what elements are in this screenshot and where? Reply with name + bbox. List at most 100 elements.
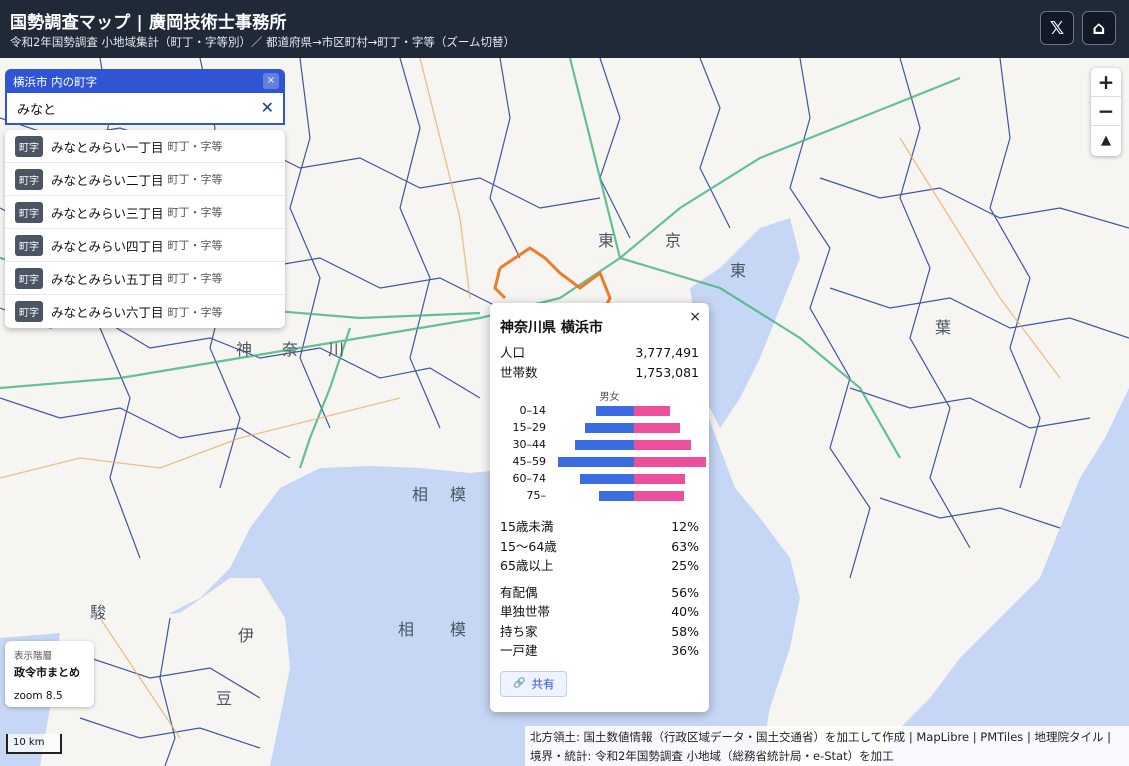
household-value: 56% bbox=[671, 584, 699, 600]
attribution-line-2: 境界・統計: 令和2年国勢調査 小地域（総務省統計局・e-Stat）を加工 bbox=[530, 749, 894, 763]
pmtiles-link[interactable]: PMTiles bbox=[980, 730, 1023, 744]
search-result-item[interactable]: 町字 みなとみらい六丁目 町丁・字等 bbox=[5, 295, 285, 328]
pyramid-male-bar bbox=[598, 491, 634, 501]
gsi-tile-link[interactable]: 地理院タイル bbox=[1034, 730, 1103, 744]
pyramid-title: 男女 bbox=[599, 392, 620, 403]
attribution-separator: | bbox=[1107, 730, 1112, 744]
result-kind: 町丁・字等 bbox=[167, 173, 223, 186]
search-scope-label: 横浜市 内の町字 bbox=[13, 75, 98, 89]
pyramid-row: 30–44 bbox=[500, 436, 699, 453]
app-header: 国勢調査マップ | 廣岡技術士事務所 令和2年国勢調査 小地域集計（町丁・字等別… bbox=[0, 0, 1129, 58]
search-result-item[interactable]: 町字 みなとみらい一丁目 町丁・字等 bbox=[5, 130, 285, 163]
pyramid-age-label: 0–14 bbox=[519, 404, 547, 417]
search-result-item[interactable]: 町字 みなとみらい五丁目 町丁・字等 bbox=[5, 262, 285, 295]
household-value: 40% bbox=[671, 604, 699, 619]
pyramid-age-label: 60–74 bbox=[512, 472, 547, 485]
app-title: 国勢調査マップ | 廣岡技術士事務所 bbox=[10, 13, 287, 33]
search-scope-header: 横浜市 内の町字 × bbox=[5, 69, 285, 93]
scale-bar: 10 km bbox=[6, 734, 62, 754]
popup-area-name: 神奈川県 横浜市 bbox=[500, 320, 603, 336]
zoom-out-button[interactable]: − bbox=[1091, 97, 1121, 126]
pyramid-female-bar bbox=[634, 406, 671, 416]
popup-close-button[interactable]: × bbox=[689, 309, 701, 325]
household-row: 一戸建 36% bbox=[500, 641, 699, 661]
search-results-list: 町字 みなとみらい一丁目 町丁・字等 町字 みなとみらい二丁目 町丁・字等 町字… bbox=[5, 130, 285, 328]
pyramid-female-bar bbox=[634, 440, 691, 450]
result-name: みなとみらい五丁目 bbox=[51, 271, 164, 287]
household-label: 一戸建 bbox=[500, 643, 538, 658]
pyramid-row: 45–59 bbox=[500, 453, 706, 470]
map-label-kana-3: 川 bbox=[328, 340, 344, 359]
pyramid-row: 60–74 bbox=[500, 470, 699, 487]
area-info-popup: × 神奈川県 横浜市 人口 3,777,491 世帯数 1,753,081 男女… bbox=[490, 303, 709, 712]
attribution-separator: | bbox=[1026, 730, 1031, 744]
maplibre-link[interactable]: MapLibre bbox=[916, 730, 969, 744]
share-value: 12% bbox=[671, 519, 699, 534]
result-kind: 町丁・字等 bbox=[167, 305, 223, 319]
layer-info-value: 政令市まとめ bbox=[14, 666, 80, 679]
result-name: みなとみらい二丁目 bbox=[51, 172, 164, 188]
map-label-tokyo-1: 東 bbox=[598, 231, 614, 250]
result-name: みなとみらい一丁目 bbox=[51, 139, 164, 155]
zoom-level-text: zoom 8.5 bbox=[14, 690, 63, 702]
household-label: 持ち家 bbox=[500, 623, 538, 639]
stat-value: 1,753,081 bbox=[635, 364, 699, 380]
result-badge: 町字 bbox=[15, 168, 43, 190]
x-share-button[interactable]: 𝕏 bbox=[1040, 11, 1074, 45]
stat-row: 人口 3,777,491 bbox=[500, 343, 699, 363]
household-row: 持ち家 58% bbox=[500, 622, 699, 642]
household-row: 有配偶 56% bbox=[500, 583, 699, 603]
result-badge: 町字 bbox=[15, 201, 43, 223]
share-label: 15〜64歳 bbox=[500, 538, 557, 554]
pyramid-male-bar bbox=[596, 406, 634, 416]
search-scope-close-button[interactable]: × bbox=[263, 73, 279, 89]
map-label-izu-1: 伊 bbox=[238, 626, 254, 645]
pyramid-female-bar bbox=[634, 423, 680, 433]
pyramid-male-bar bbox=[574, 440, 634, 450]
share-row: 15歳未満 12% bbox=[500, 517, 699, 537]
pyramid-male-bar bbox=[585, 423, 634, 433]
search-panel: 横浜市 内の町字 × みなと ✕ 町字 みなとみらい一丁目 町丁・字等 町字 み… bbox=[5, 69, 285, 328]
pyramid-age-label: 75– bbox=[526, 489, 547, 502]
age-share-group: 15歳未満 12% 15〜64歳 63% 65歳以上 25% bbox=[500, 517, 699, 576]
map-label-sagami-1: 相 bbox=[412, 485, 428, 504]
pyramid-female-bar bbox=[634, 457, 706, 467]
compass-icon[interactable]: ▲ bbox=[1091, 126, 1121, 155]
map-label-sagami-3: 相 bbox=[398, 620, 414, 639]
pyramid-row: 15–29 bbox=[500, 419, 699, 436]
search-result-item[interactable]: 町字 みなとみらい二丁目 町丁・字等 bbox=[5, 163, 285, 196]
stat-label: 世帯数 bbox=[500, 364, 538, 380]
app-subtitle: 令和2年国勢調査 小地域集計（町丁・字等別）／ 都道府県→市区町村→町丁・字等（… bbox=[10, 35, 516, 49]
household-label: 単独世帯 bbox=[500, 604, 551, 619]
stat-label: 人口 bbox=[500, 345, 526, 360]
pyramid-row: 0–14 bbox=[500, 402, 699, 419]
share-row: 65歳以上 25% bbox=[500, 556, 699, 576]
map-label-ba: 葉 bbox=[935, 318, 951, 337]
zoom-in-button[interactable]: + bbox=[1091, 68, 1121, 97]
pyramid-row: 75– bbox=[500, 487, 699, 504]
search-input[interactable]: みなと ✕ bbox=[5, 93, 285, 125]
search-clear-icon[interactable]: ✕ bbox=[261, 98, 274, 117]
pyramid-female-bar bbox=[634, 474, 686, 484]
share-button[interactable]: 🔗 共有 bbox=[500, 670, 568, 697]
search-result-item[interactable]: 町字 みなとみらい三丁目 町丁・字等 bbox=[5, 196, 285, 229]
home-button[interactable]: ⌂ bbox=[1082, 11, 1116, 45]
home-icon: ⌂ bbox=[1092, 17, 1106, 39]
result-badge: 町字 bbox=[15, 301, 43, 322]
map-attribution: 北方領土: 国土数値情報（行政区域データ・国土交通省）を加工して作成 | Map… bbox=[525, 726, 1129, 766]
layer-info-box: 表示階層 政令市まとめ zoom 8.5 bbox=[5, 641, 94, 707]
share-value: 63% bbox=[671, 538, 699, 554]
result-kind: 町丁・字等 bbox=[167, 206, 223, 219]
household-group: 有配偶 56% 単独世帯 40% 持ち家 58% 一戸建 36% bbox=[500, 583, 699, 661]
household-label: 有配偶 bbox=[500, 584, 538, 600]
layer-info-label: 表示階層 bbox=[14, 651, 53, 662]
share-value: 25% bbox=[671, 558, 699, 573]
attribution-boundary-text: 北方領土: 国土数値情報（行政区域データ・国土交通省）を加工して作成 | bbox=[530, 730, 913, 744]
stat-value: 3,777,491 bbox=[635, 345, 699, 360]
search-result-item[interactable]: 町字 みなとみらい四丁目 町丁・字等 bbox=[5, 229, 285, 262]
link-icon: 🔗 bbox=[513, 678, 526, 689]
pyramid-male-bar bbox=[558, 457, 634, 467]
stat-row: 世帯数 1,753,081 bbox=[500, 363, 699, 383]
share-label: 65歳以上 bbox=[500, 558, 554, 573]
search-query-text[interactable]: みなと bbox=[17, 99, 56, 118]
